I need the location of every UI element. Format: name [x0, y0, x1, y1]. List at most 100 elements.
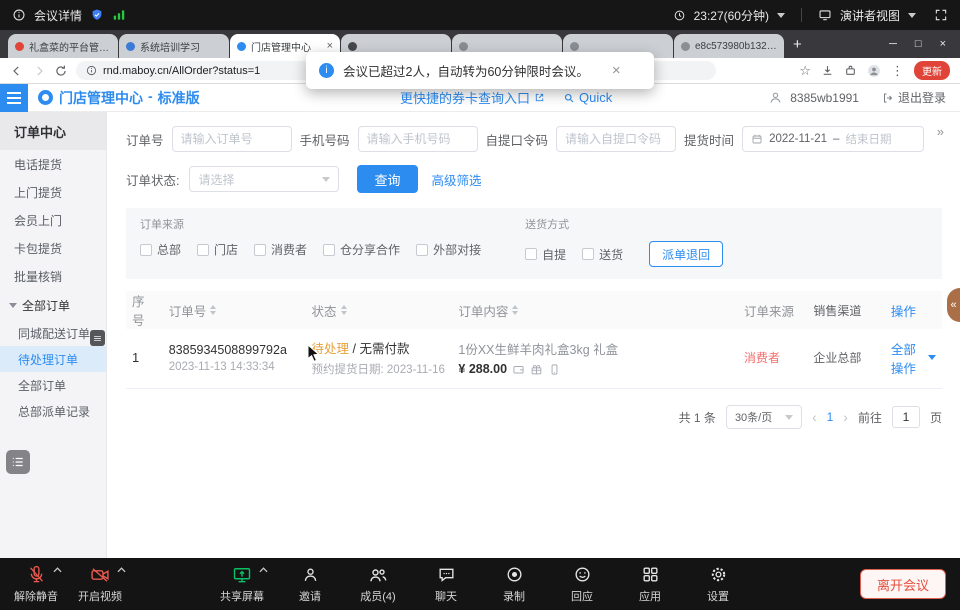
maximize-button[interactable]: □ [915, 38, 922, 50]
checkbox-store[interactable]: 门店 [197, 241, 238, 258]
header-content[interactable]: 订单内容 [452, 301, 738, 320]
prev-page-button[interactable]: ‹ [812, 409, 817, 425]
order-no-input[interactable] [172, 126, 292, 152]
meeting-timer[interactable]: 23:27(60分钟) [694, 7, 769, 24]
meeting-details-label[interactable]: 会议详情 [34, 7, 82, 24]
panel-collapse-handle[interactable]: « [947, 288, 960, 322]
browser-update-button[interactable]: 更新 [914, 61, 950, 80]
sidebar-item-hq-dispatch-records[interactable]: 总部派单记录 [0, 398, 106, 424]
sidebar-group-all-orders[interactable]: 全部订单 [0, 290, 106, 320]
order-status-select[interactable]: 请选择 [189, 166, 339, 192]
apps-button[interactable]: 应用 [622, 564, 678, 604]
mic-options-caret-icon[interactable] [53, 567, 62, 573]
mic-muted-icon [27, 564, 46, 585]
bookmark-star-icon[interactable]: ☆ [799, 63, 811, 79]
back-icon[interactable] [10, 64, 24, 78]
coupon-entry-link[interactable]: 更快捷的券卡查询入口 [400, 88, 545, 107]
info-icon[interactable] [12, 8, 26, 22]
chevron-down-icon [928, 355, 936, 360]
table-row[interactable]: 1 8385934508899792a 2023-11-13 14:33:34 … [126, 329, 942, 389]
invite-button[interactable]: 邀请 [282, 564, 338, 604]
share-screen-button[interactable]: 共享屏幕 [214, 564, 270, 604]
checkbox-icon [582, 248, 594, 260]
goto-page-input[interactable] [892, 406, 920, 428]
sidebar-item-member-visit[interactable]: 会员上门 [0, 206, 106, 234]
filter-row: 订单号 手机号码 自提口令码 提货时间 2022-11-21 – 结束日期 [126, 126, 942, 152]
video-options-caret-icon[interactable] [117, 567, 126, 573]
checkbox-self-pickup[interactable]: 自提 [525, 246, 566, 263]
pickup-date-range[interactable]: 2022-11-21 – 结束日期 [742, 126, 924, 152]
fullscreen-icon[interactable] [934, 8, 948, 22]
table-header-row: 序号 订单号 状态 订单内容 订单来源 销售渠道 操作 [126, 291, 942, 329]
page-unit-label: 页 [930, 409, 942, 426]
quick-search-link[interactable]: Quick [563, 90, 612, 105]
app-logo-icon [38, 90, 53, 105]
checkbox-consumer[interactable]: 消费者 [254, 241, 307, 258]
phone-input[interactable] [358, 126, 478, 152]
pickup-code-input[interactable] [556, 126, 676, 152]
browser-menu-icon[interactable]: ⋮ [891, 63, 904, 79]
collapse-filters-icon[interactable]: » [937, 124, 944, 139]
browser-tab[interactable]: 系统培训学习 [119, 34, 229, 58]
sidebar-item-all-orders[interactable]: 全部订单 [0, 372, 106, 398]
header-source: 订单来源 [738, 301, 807, 320]
next-page-button[interactable]: › [843, 409, 848, 425]
drag-handle-icon[interactable] [90, 330, 105, 346]
chat-button[interactable]: 聊天 [418, 564, 474, 604]
current-page[interactable]: 1 [827, 410, 834, 424]
sidebar-item-card-pickup[interactable]: 卡包提货 [0, 234, 106, 262]
row-actions-dropdown[interactable]: 全部操作 [885, 339, 942, 377]
view-caret-icon[interactable] [908, 13, 916, 18]
record-button[interactable]: 录制 [486, 564, 542, 604]
toast-close-icon[interactable]: × [612, 62, 621, 79]
download-icon[interactable] [821, 64, 834, 77]
logout-button[interactable]: 退出登录 [882, 89, 946, 106]
site-info-icon[interactable] [86, 65, 97, 76]
extensions-icon[interactable] [844, 64, 857, 77]
page-size-select[interactable]: 30条/页 [726, 405, 802, 429]
sidebar-item-pending-orders[interactable]: 待处理订单 [0, 346, 106, 372]
advanced-filter-link[interactable]: 高级筛选 [432, 170, 482, 189]
date-start-value: 2022-11-21 [769, 133, 827, 145]
checkbox-share-coop[interactable]: 仓分享合作 [323, 241, 400, 258]
tab-close-icon[interactable]: × [327, 40, 333, 52]
total-count: 共 1 条 [679, 409, 716, 426]
return-dispatch-button[interactable]: 派单退回 [649, 241, 723, 267]
checkbox-icon [254, 244, 266, 256]
header-order-no[interactable]: 订单号 [163, 301, 306, 320]
forward-icon[interactable] [32, 64, 46, 78]
new-tab-button[interactable]: + [793, 37, 802, 52]
profile-avatar-icon[interactable] [867, 64, 881, 78]
checkbox-external[interactable]: 外部对接 [416, 241, 481, 258]
leave-meeting-button[interactable]: 离开会议 [860, 569, 946, 599]
minimize-button[interactable]: ─ [889, 38, 897, 50]
floating-toolbar-icon[interactable] [6, 450, 30, 474]
unmute-button[interactable]: 解除静音 [8, 564, 64, 604]
settings-button[interactable]: 设置 [690, 564, 746, 604]
security-shield-icon[interactable] [90, 8, 104, 22]
sidebar-item-batch-verify[interactable]: 批量核销 [0, 262, 106, 290]
reaction-button[interactable]: 回应 [554, 564, 610, 604]
sidebar-item-door-pickup[interactable]: 上门提货 [0, 178, 106, 206]
menu-toggle-button[interactable] [0, 84, 28, 112]
browser-tab[interactable]: 礼盒菜的平台管理中心 [8, 34, 118, 58]
share-options-caret-icon[interactable] [259, 567, 268, 573]
chevron-down-icon [785, 415, 793, 420]
view-mode-label[interactable]: 演讲者视图 [840, 7, 900, 24]
checkbox-delivery[interactable]: 送货 [582, 246, 623, 263]
refresh-icon[interactable] [54, 64, 68, 78]
timer-caret-icon[interactable] [777, 13, 785, 18]
browser-tab[interactable]: e8c573980b1328a258fd2e6 [674, 34, 784, 58]
sidebar-item-phone-pickup[interactable]: 电话提货 [0, 150, 106, 178]
header-status[interactable]: 状态 [306, 301, 453, 320]
network-signal-icon[interactable] [112, 8, 126, 22]
username-label[interactable]: 8385wb1991 [790, 91, 859, 105]
cell-channel: 企业总部 [807, 349, 885, 366]
members-button[interactable]: 成员(4) [350, 564, 406, 604]
members-icon [368, 564, 388, 585]
close-button[interactable]: × [940, 38, 946, 50]
checkbox-hq[interactable]: 总部 [140, 241, 181, 258]
start-video-button[interactable]: 开启视频 [72, 564, 128, 604]
calendar-icon [751, 133, 763, 145]
search-button[interactable]: 查询 [357, 165, 417, 193]
